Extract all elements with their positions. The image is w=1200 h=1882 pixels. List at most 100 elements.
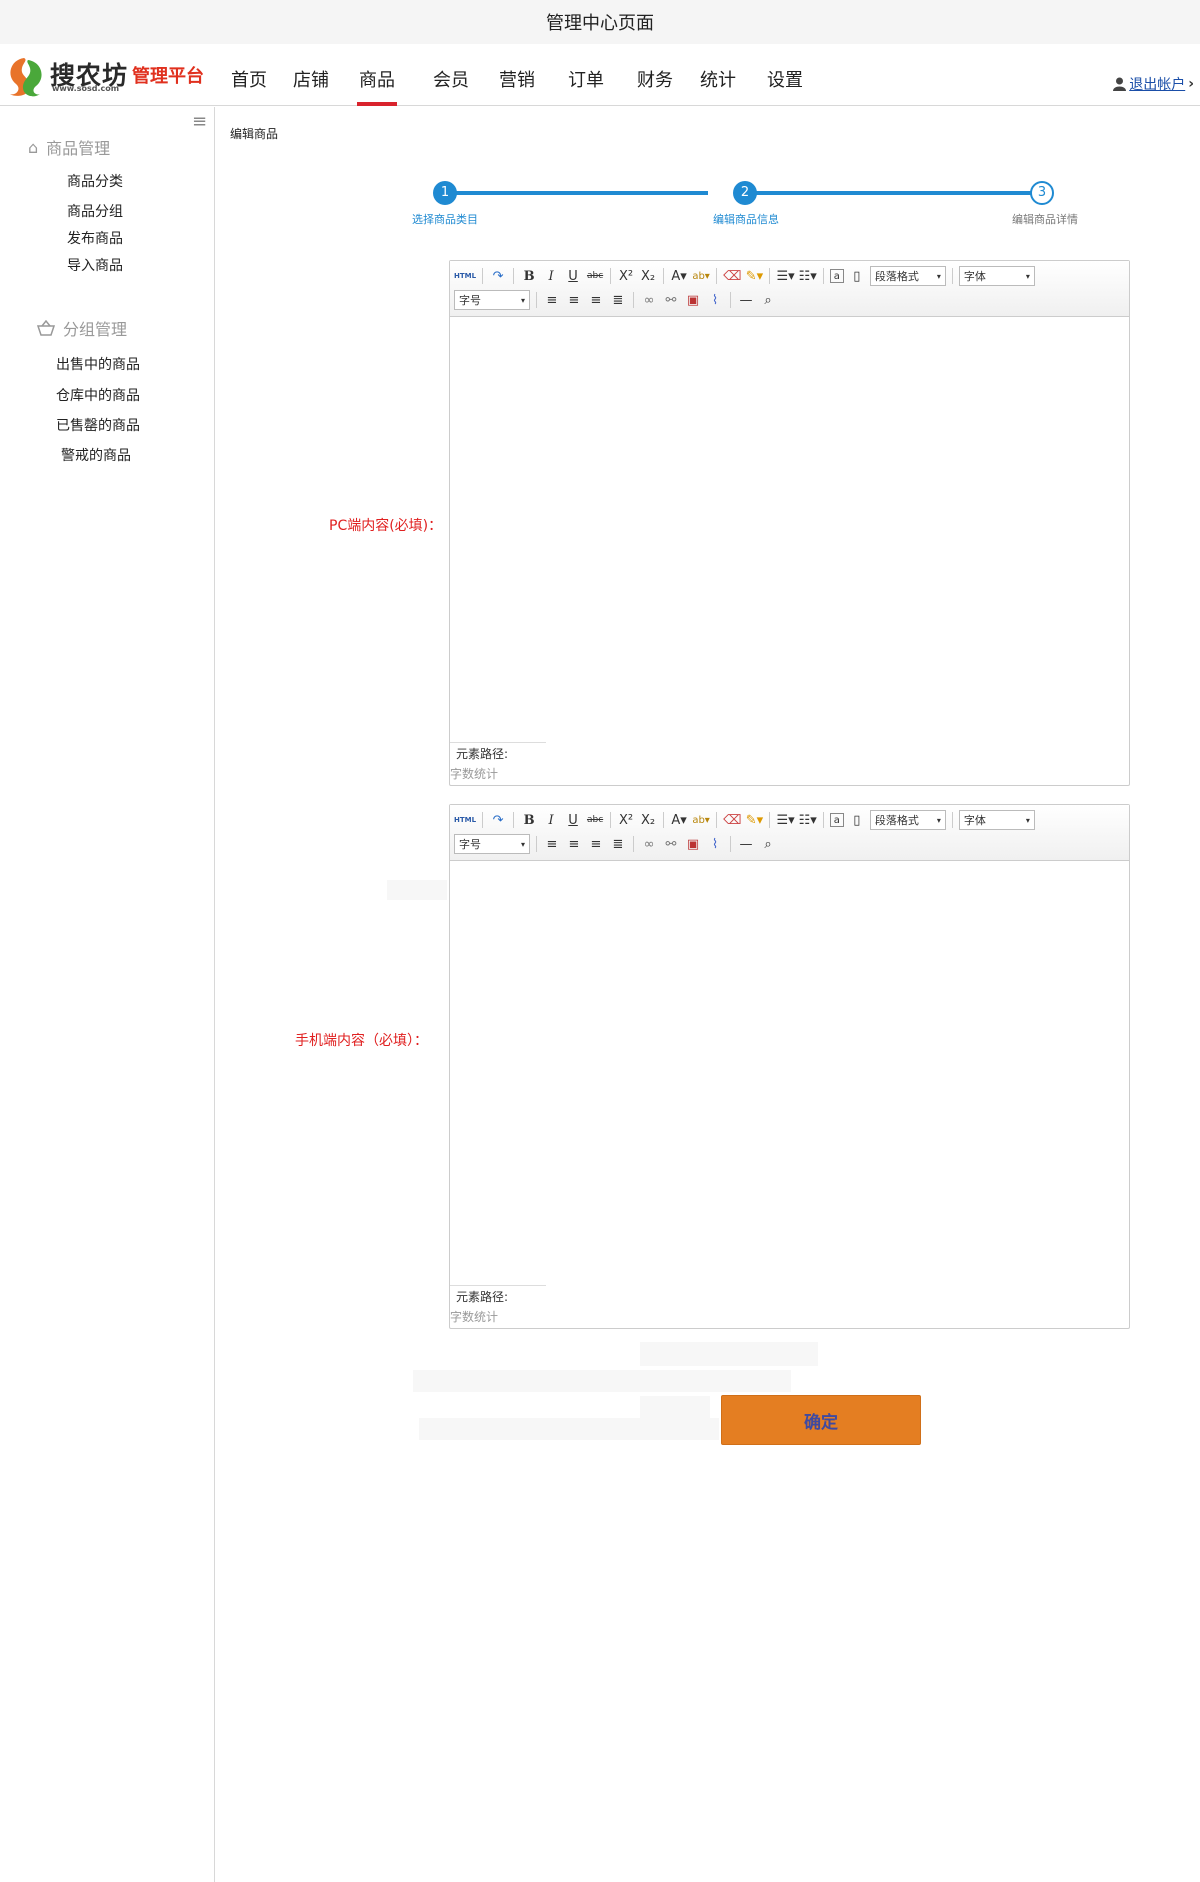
format-brush-icon[interactable]: ✎▾ [745,810,763,830]
attachment-icon[interactable]: ⌇ [706,834,724,854]
nav-item-home[interactable]: 首页 [231,44,267,106]
font-color-icon[interactable]: A▾ [670,810,688,830]
window-title-bar: 管理中心页面 [0,0,1200,44]
font-color-icon[interactable]: A▾ [670,266,688,286]
highlight-icon[interactable]: ab▾ [692,810,710,830]
nav-item-goods[interactable]: 商品 [357,44,397,106]
ordered-list-icon[interactable]: ☰▾ [776,810,794,830]
unlink-icon[interactable]: ⚯ [662,834,680,854]
sidebar-item-sold-out[interactable]: 已售罄的商品 [56,415,140,435]
nav-item-orders[interactable]: 订单 [568,44,604,106]
nav-item-shop[interactable]: 店铺 [293,44,329,106]
editor-toolbar: HTML ↷ B I U abc X² X₂ A▾ ab▾ ⌫ ✎▾ ☰▾ ☷▾… [450,805,1129,861]
align-right-icon[interactable]: ≡ [587,290,605,310]
font-size-select[interactable]: 字号 ▾ [454,834,530,854]
chevron-right-icon: › [1188,76,1194,92]
pc-content-editor: HTML ↷ B I U abc X² X₂ A▾ ab▾ ⌫ ✎▾ ☰▾ ☷▾… [449,260,1130,786]
image-icon[interactable]: ▣ [684,834,702,854]
bold-icon[interactable]: B [520,810,538,830]
mobile-content-edit-area[interactable] [450,861,1129,1285]
logout-link[interactable]: 退出帐户 [1129,74,1185,94]
logo[interactable]: 搜农坊 www.sosd.com 管理平台 [2,52,212,100]
paragraph-format-select[interactable]: 段落格式 ▾ [869,810,946,830]
underline-icon[interactable]: U [564,810,582,830]
nav-item-settings[interactable]: 设置 [767,44,803,106]
sidebar-group-title: 商品管理 [46,139,111,158]
format-brush-icon[interactable]: ✎▾ [745,266,763,286]
ordered-list-icon[interactable]: ☰▾ [776,266,794,286]
basket-icon [37,320,55,336]
sidebar-item-on-sale[interactable]: 出售中的商品 [56,354,140,374]
word-count: 字数统计 [450,766,499,781]
mobile-content-label: 手机端内容（必填）： [295,1033,428,1049]
search-replace-icon[interactable]: ⌕ [759,834,777,854]
html-source-button[interactable]: HTML [454,266,476,286]
align-left-icon[interactable]: ≡ [543,834,561,854]
nav-item-members[interactable]: 会员 [433,44,469,106]
search-replace-icon[interactable]: ⌕ [759,290,777,310]
pc-content-label: PC端内容(必填)： [329,518,443,534]
nav-item-finance[interactable]: 财务 [637,44,673,106]
paragraph-format-select[interactable]: 段落格式 ▾ [869,266,946,286]
align-center-icon[interactable]: ≡ [565,834,583,854]
text-box-icon[interactable]: a [829,813,844,827]
link-icon[interactable]: ∞ [640,290,658,310]
horizontal-rule-icon[interactable]: — [737,290,755,310]
font-family-select[interactable]: 字体 ▾ [958,266,1035,286]
page-icon[interactable]: ▯ [848,810,866,830]
submit-button[interactable]: 确定 [721,1395,921,1445]
menu-toggle-icon[interactable]: ≡ [192,111,207,132]
subscript-icon[interactable]: X₂ [639,810,657,830]
align-right-icon[interactable]: ≡ [587,834,605,854]
align-center-icon[interactable]: ≡ [565,290,583,310]
nav-item-marketing[interactable]: 营销 [499,44,535,106]
unordered-list-icon[interactable]: ☷▾ [799,266,817,286]
header: 搜农坊 www.sosd.com 管理平台 首页 店铺 商品 会员 营销 订单 … [0,44,1200,106]
align-left-icon[interactable]: ≡ [543,290,561,310]
html-source-button[interactable]: HTML [454,810,476,830]
eraser-icon[interactable]: ⌫ [723,810,741,830]
sidebar-item-alert[interactable]: 警戒的商品 [61,445,131,465]
italic-icon[interactable]: I [542,266,560,286]
sidebar-item-goods-category[interactable]: 商品分类 [67,171,123,191]
highlight-icon[interactable]: ab▾ [692,266,710,286]
attachment-icon[interactable]: ⌇ [706,290,724,310]
italic-icon[interactable]: I [542,810,560,830]
underline-icon[interactable]: U [564,266,582,286]
bold-icon[interactable]: B [520,266,538,286]
align-justify-icon[interactable]: ≣ [609,290,627,310]
sidebar-item-publish-goods[interactable]: 发布商品 [67,228,123,248]
strikethrough-icon[interactable]: abc [586,266,604,286]
font-family-select[interactable]: 字体 ▾ [958,810,1035,830]
pc-content-edit-area[interactable] [450,317,1129,742]
align-justify-icon[interactable]: ≣ [609,834,627,854]
unordered-list-icon[interactable]: ☷▾ [799,810,817,830]
sidebar-item-import-goods[interactable]: 导入商品 [67,255,123,275]
superscript-icon[interactable]: X² [617,810,635,830]
step-3-circle: 3 [1030,181,1054,205]
image-icon[interactable]: ▣ [684,290,702,310]
brand-url: www.sosd.com [52,84,120,93]
window-title: 管理中心页面 [546,13,654,34]
step-connector [446,191,708,195]
horizontal-rule-icon[interactable]: — [737,834,755,854]
strikethrough-icon[interactable]: abc [586,810,604,830]
editor-toolbar: HTML ↷ B I U abc X² X₂ A▾ ab▾ ⌫ ✎▾ ☰▾ ☷▾… [450,261,1129,317]
redo-icon[interactable]: ↷ [489,810,507,830]
subscript-icon[interactable]: X₂ [639,266,657,286]
text-box-icon[interactable]: a [829,269,844,283]
eraser-icon[interactable]: ⌫ [723,266,741,286]
logo-mark [10,58,42,97]
font-size-select[interactable]: 字号 ▾ [454,290,530,310]
superscript-icon[interactable]: X² [617,266,635,286]
step-1-circle: 1 [433,181,457,205]
page-icon[interactable]: ▯ [848,266,866,286]
unlink-icon[interactable]: ⚯ [662,290,680,310]
link-icon[interactable]: ∞ [640,834,658,854]
nav-item-stats[interactable]: 统计 [700,44,736,106]
sidebar-item-goods-group[interactable]: 商品分组 [67,201,123,221]
progress-steps: 1 2 3 选择商品类目 编辑商品信息 编辑商品详情 [410,175,1090,226]
sidebar-group-title: 分组管理 [63,320,128,339]
redo-icon[interactable]: ↷ [489,266,507,286]
sidebar-item-in-warehouse[interactable]: 仓库中的商品 [56,385,140,405]
